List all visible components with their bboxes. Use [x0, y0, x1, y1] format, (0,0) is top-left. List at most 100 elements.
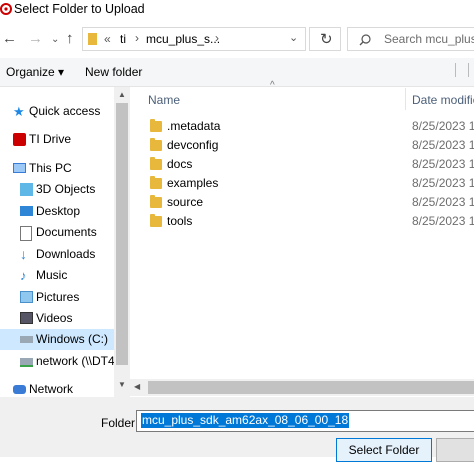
network-icon [13, 385, 26, 394]
table-row[interactable]: source 8/25/2023 12 [130, 193, 474, 212]
desktop-icon [20, 206, 33, 216]
nav-item-downloads[interactable]: ↓ Downloads [0, 244, 114, 265]
nav-item-label: Windows (C:) [36, 332, 109, 346]
window-title: Select Folder to Upload [14, 2, 145, 16]
star-icon: ★ [13, 104, 25, 119]
nav-item-pictures[interactable]: Pictures [0, 287, 114, 308]
nav-item-documents[interactable]: Documents [0, 222, 114, 243]
search-input[interactable]: Search mcu_plus_se [347, 27, 474, 51]
app-icon [0, 3, 12, 15]
videos-icon [20, 312, 33, 324]
nav-scroll-thumb[interactable] [116, 103, 128, 365]
file-date: 8/25/2023 12 [412, 195, 474, 209]
drive-icon [20, 336, 33, 343]
nav-item-this-pc[interactable]: This PC [0, 158, 114, 179]
folder-icon [150, 157, 162, 170]
refresh-icon: ↻ [320, 31, 333, 48]
nav-item-label: 3D Objects [36, 182, 96, 196]
file-date: 8/25/2023 12 [412, 157, 474, 171]
pictures-icon [20, 291, 33, 303]
nav-item-music[interactable]: ♪ Music [0, 265, 114, 286]
nav-item-ti-drive[interactable]: TI Drive [0, 129, 114, 150]
up-arrow-icon[interactable]: ↑ [66, 30, 74, 48]
nav-scrollbar[interactable]: ▲ ▼ [114, 87, 130, 397]
folder-icon [150, 195, 162, 208]
file-name: tools [167, 214, 193, 228]
nav-item-quick-access[interactable]: ★ Quick access [0, 101, 114, 122]
file-name: source [167, 195, 204, 209]
folder-icon [150, 119, 162, 132]
ti-drive-icon [13, 133, 26, 146]
nav-item-label: This PC [29, 161, 72, 175]
address-bar[interactable]: « ti › mcu_plus_s... › ⌄ [82, 27, 306, 51]
folder-icon [150, 138, 162, 151]
nav-item-desktop[interactable]: Desktop [0, 201, 114, 222]
folder-icon [150, 176, 162, 189]
refresh-button[interactable]: ↻ [309, 27, 341, 51]
table-row[interactable]: docs 8/25/2023 12 [130, 155, 474, 174]
download-icon: ↓ [20, 246, 27, 262]
command-bar: Organize ▾ New folder [0, 58, 474, 87]
view-options-icon[interactable] [455, 63, 469, 77]
file-name: .metadata [167, 119, 221, 133]
cube-icon [20, 183, 33, 196]
computer-icon [13, 163, 26, 173]
column-divider[interactable] [405, 88, 406, 110]
file-date: 8/25/2023 12 [412, 176, 474, 190]
breadcrumb-separator[interactable]: › [135, 31, 139, 45]
nav-item-label: Documents [36, 225, 97, 239]
table-row[interactable]: tools 8/25/2023 12 [130, 212, 474, 231]
address-dropdown-icon[interactable]: ⌄ [289, 31, 298, 44]
back-arrow-icon[interactable]: ← [2, 30, 17, 48]
nav-item-label: TI Drive [29, 132, 71, 146]
file-name: devconfig [167, 138, 219, 152]
folder-icon [150, 214, 162, 227]
nav-item-3d-objects[interactable]: 3D Objects [0, 179, 114, 200]
cancel-button[interactable] [436, 438, 474, 462]
title-bar: Select Folder to Upload [0, 0, 474, 22]
horizontal-scrollbar[interactable]: ◀ [130, 379, 474, 396]
nav-item-label: Music [36, 268, 68, 282]
nav-item-videos[interactable]: Videos [0, 308, 114, 329]
breadcrumb-separator[interactable]: › [215, 31, 219, 45]
nav-item-windows-c[interactable]: Windows (C:) [0, 329, 114, 350]
network-drive-icon [20, 358, 33, 367]
sort-ascending-icon: ^ [270, 80, 275, 91]
nav-item-network-drive[interactable]: network (\\DT4C [0, 351, 123, 372]
file-date: 8/25/2023 12 [412, 119, 474, 133]
breadcrumb-current[interactable]: mcu_plus_s... [146, 32, 220, 46]
file-name: examples [167, 176, 219, 190]
column-header-name[interactable]: Name [148, 93, 180, 107]
nav-item-label: Downloads [36, 247, 96, 261]
new-folder-button[interactable]: New folder [85, 65, 142, 79]
nav-item-label: Pictures [36, 290, 80, 304]
select-folder-button[interactable]: Select Folder [336, 438, 432, 462]
breadcrumb-ti[interactable]: ti [120, 32, 126, 46]
folder-icon [88, 33, 97, 45]
table-row[interactable]: devconfig 8/25/2023 12 [130, 136, 474, 155]
file-date: 8/25/2023 12 [412, 214, 474, 228]
folder-label: Folder: [101, 416, 139, 430]
nav-item-label: network (\\DT4C [36, 354, 124, 368]
folder-name-value[interactable]: mcu_plus_sdk_am62ax_08_06_00_18 [141, 413, 350, 428]
organize-menu[interactable]: Organize ▾ [6, 65, 64, 79]
table-row[interactable]: .metadata 8/25/2023 12 [130, 117, 474, 136]
nav-item-label: Desktop [36, 204, 81, 218]
document-icon [20, 226, 32, 241]
scroll-down-icon[interactable]: ▼ [118, 380, 126, 389]
file-name: docs [167, 157, 193, 171]
nav-item-label: Videos [36, 311, 73, 325]
search-placeholder: Search mcu_plus_se [384, 32, 474, 46]
table-row[interactable]: examples 8/25/2023 12 [130, 174, 474, 193]
scroll-left-icon[interactable]: ◀ [134, 382, 140, 391]
scroll-up-icon[interactable]: ▲ [118, 90, 126, 99]
forward-arrow-icon[interactable]: → [28, 30, 43, 48]
music-icon: ♪ [20, 268, 27, 283]
column-header-date[interactable]: Date modifie [412, 93, 474, 107]
search-icon [359, 34, 371, 46]
nav-item-label: Quick access [29, 104, 101, 118]
file-date: 8/25/2023 12 [412, 138, 474, 152]
breadcrumb-overflow[interactable]: « [104, 32, 111, 46]
recent-dropdown-icon[interactable]: ⌄ [51, 31, 59, 49]
horizontal-scroll-thumb[interactable] [148, 381, 474, 394]
